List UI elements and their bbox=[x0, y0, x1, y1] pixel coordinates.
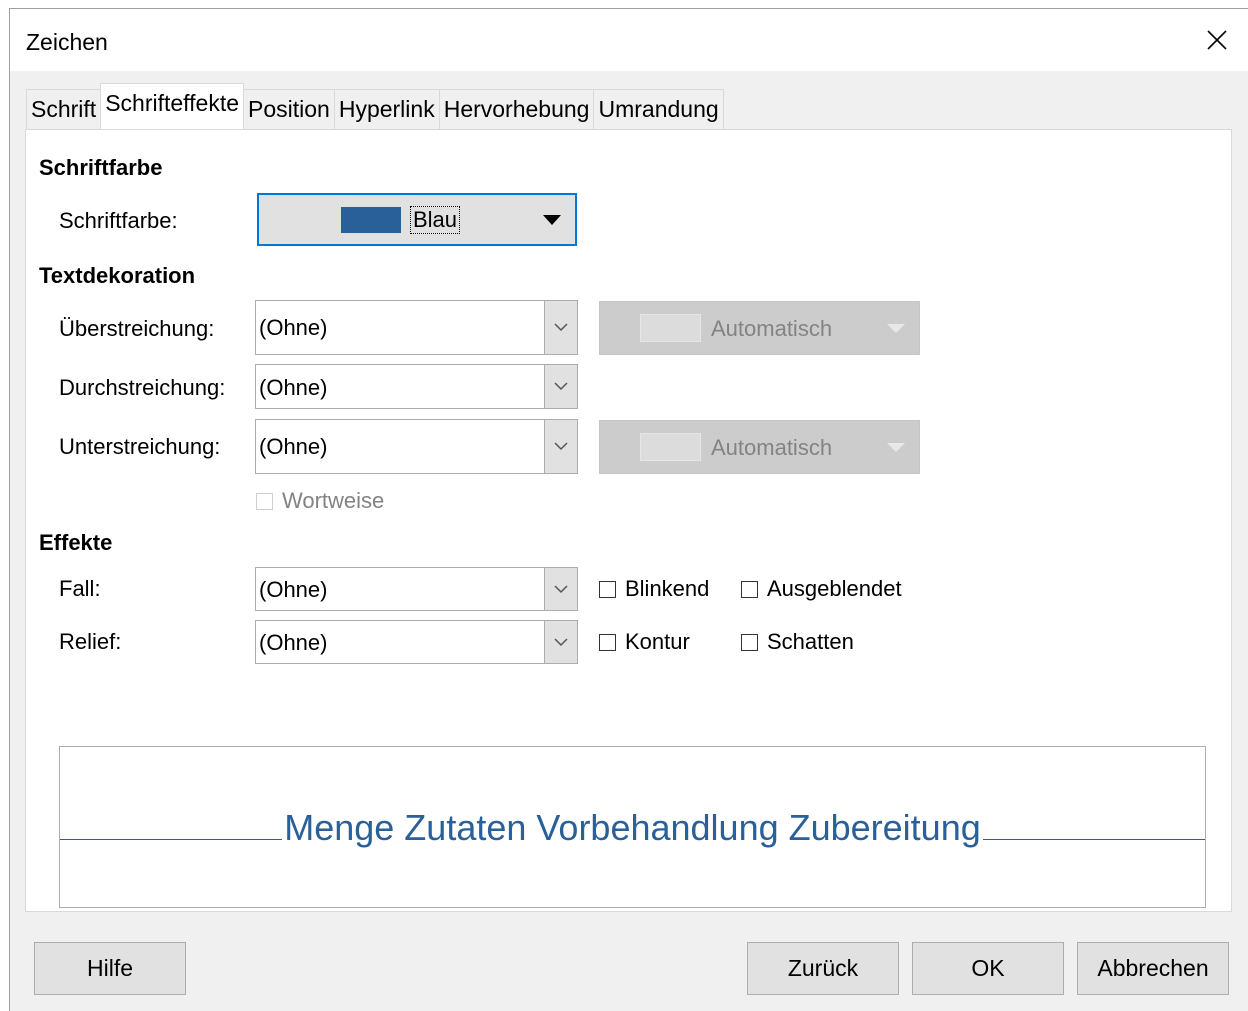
overline-color-dropdown[interactable]: Automatisch bbox=[599, 301, 920, 355]
help-button-label: Hilfe bbox=[86, 955, 133, 981]
reset-button-label: Zurück bbox=[787, 955, 859, 981]
outline-checkbox[interactable]: Kontur bbox=[599, 629, 690, 655]
overline-color-swatch bbox=[640, 314, 701, 342]
preview-text: Menge Zutaten Vorbehandlung Zubereitung bbox=[282, 807, 983, 849]
preview-box: Menge Zutaten Vorbehandlung Zubereitung bbox=[59, 746, 1206, 908]
tab-schrifteffekte[interactable]: Schrifteffekte bbox=[100, 83, 244, 129]
outline-label: Kontur bbox=[625, 629, 690, 654]
ok-button[interactable]: OK bbox=[912, 942, 1064, 995]
dialog-title: Zeichen bbox=[26, 29, 108, 55]
tab-position[interactable]: Position bbox=[243, 89, 335, 129]
strikethrough-value[interactable] bbox=[259, 375, 539, 401]
reset-button[interactable]: Zurück bbox=[747, 942, 899, 995]
font-color-dropdown[interactable]: Blau bbox=[257, 193, 577, 246]
chevron-down-icon bbox=[554, 382, 568, 391]
case-combo[interactable] bbox=[255, 567, 578, 611]
chevron-down-icon bbox=[554, 637, 568, 646]
word-by-word-label: Wortweise bbox=[282, 488, 385, 513]
preview-text-row: Menge Zutaten Vorbehandlung Zubereitung bbox=[60, 807, 1205, 849]
hidden-label: Ausgeblendet bbox=[767, 576, 902, 601]
close-icon bbox=[1207, 30, 1227, 50]
underline-value[interactable] bbox=[259, 434, 539, 460]
underline-color-dropdown[interactable]: Automatisch bbox=[599, 420, 920, 474]
tab-schrift[interactable]: Schrift bbox=[26, 89, 102, 129]
relief-label: Relief: bbox=[59, 629, 122, 654]
strikethrough-dropdown-button[interactable] bbox=[544, 365, 577, 408]
overline-color-value: Automatisch bbox=[711, 316, 833, 341]
underline-label: Unterstreichung: bbox=[59, 434, 221, 459]
strikethrough-combo[interactable] bbox=[255, 364, 578, 409]
tab-hervorhebung[interactable]: Hervorhebung bbox=[438, 89, 595, 129]
dropdown-arrow-icon bbox=[887, 443, 905, 452]
underline-color-value: Automatisch bbox=[711, 435, 833, 460]
font-effects-panel: Schriftfarbe Schriftfarbe: Blau Textdeko… bbox=[25, 129, 1232, 912]
relief-value[interactable] bbox=[259, 630, 539, 656]
shadow-label: Schatten bbox=[767, 629, 854, 654]
character-dialog: Zeichen Schrift Schrifteffekte Position … bbox=[9, 8, 1248, 1011]
strikethrough-label: Durchstreichung: bbox=[59, 375, 226, 400]
font-color-value: Blau bbox=[409, 206, 461, 234]
close-button[interactable] bbox=[1186, 9, 1248, 71]
tab-umrandung[interactable]: Umrandung bbox=[593, 89, 724, 129]
word-by-word-checkbox[interactable]: Wortweise bbox=[256, 488, 384, 514]
title-bar: Zeichen bbox=[10, 9, 1248, 71]
checkbox-box bbox=[599, 633, 616, 651]
dropdown-arrow-icon bbox=[887, 324, 905, 333]
font-color-swatch bbox=[341, 207, 401, 233]
overline-dropdown-button[interactable] bbox=[544, 301, 577, 354]
shadow-checkbox[interactable]: Schatten bbox=[741, 629, 854, 655]
underline-combo[interactable] bbox=[255, 419, 578, 474]
blinking-checkbox[interactable]: Blinkend bbox=[599, 576, 709, 602]
overline-combo[interactable] bbox=[255, 300, 578, 355]
checkbox-box bbox=[741, 633, 758, 651]
underline-color-swatch bbox=[640, 433, 701, 461]
tab-bar: Schrift Schrifteffekte Position Hyperlin… bbox=[26, 83, 724, 129]
chevron-down-icon bbox=[554, 584, 568, 593]
help-button[interactable]: Hilfe bbox=[34, 942, 186, 995]
overline-value[interactable] bbox=[259, 315, 539, 341]
cancel-button[interactable]: Abbrechen bbox=[1077, 942, 1229, 995]
underline-dropdown-button[interactable] bbox=[544, 420, 577, 473]
chevron-down-icon bbox=[554, 323, 568, 332]
blinking-label: Blinkend bbox=[625, 576, 710, 601]
chevron-down-icon bbox=[554, 442, 568, 451]
cancel-button-label: Abbrechen bbox=[1097, 955, 1209, 981]
tab-hyperlink[interactable]: Hyperlink bbox=[333, 89, 440, 129]
checkbox-box bbox=[256, 492, 273, 510]
hidden-checkbox[interactable]: Ausgeblendet bbox=[741, 576, 902, 602]
case-label: Fall: bbox=[59, 576, 101, 601]
overline-label: Überstreichung: bbox=[59, 316, 215, 341]
case-value[interactable] bbox=[259, 577, 539, 603]
relief-combo[interactable] bbox=[255, 620, 578, 664]
font-color-label: Schriftfarbe: bbox=[59, 208, 178, 233]
effects-section-title: Effekte bbox=[39, 530, 113, 555]
case-dropdown-button[interactable] bbox=[544, 568, 577, 610]
text-decoration-section-title: Textdekoration bbox=[39, 263, 196, 288]
relief-dropdown-button[interactable] bbox=[544, 621, 577, 663]
dropdown-arrow-icon bbox=[543, 215, 561, 225]
font-color-section-title: Schriftfarbe bbox=[39, 155, 163, 180]
checkbox-box bbox=[599, 580, 616, 598]
ok-button-label: OK bbox=[971, 955, 1005, 981]
checkbox-box bbox=[741, 580, 758, 598]
